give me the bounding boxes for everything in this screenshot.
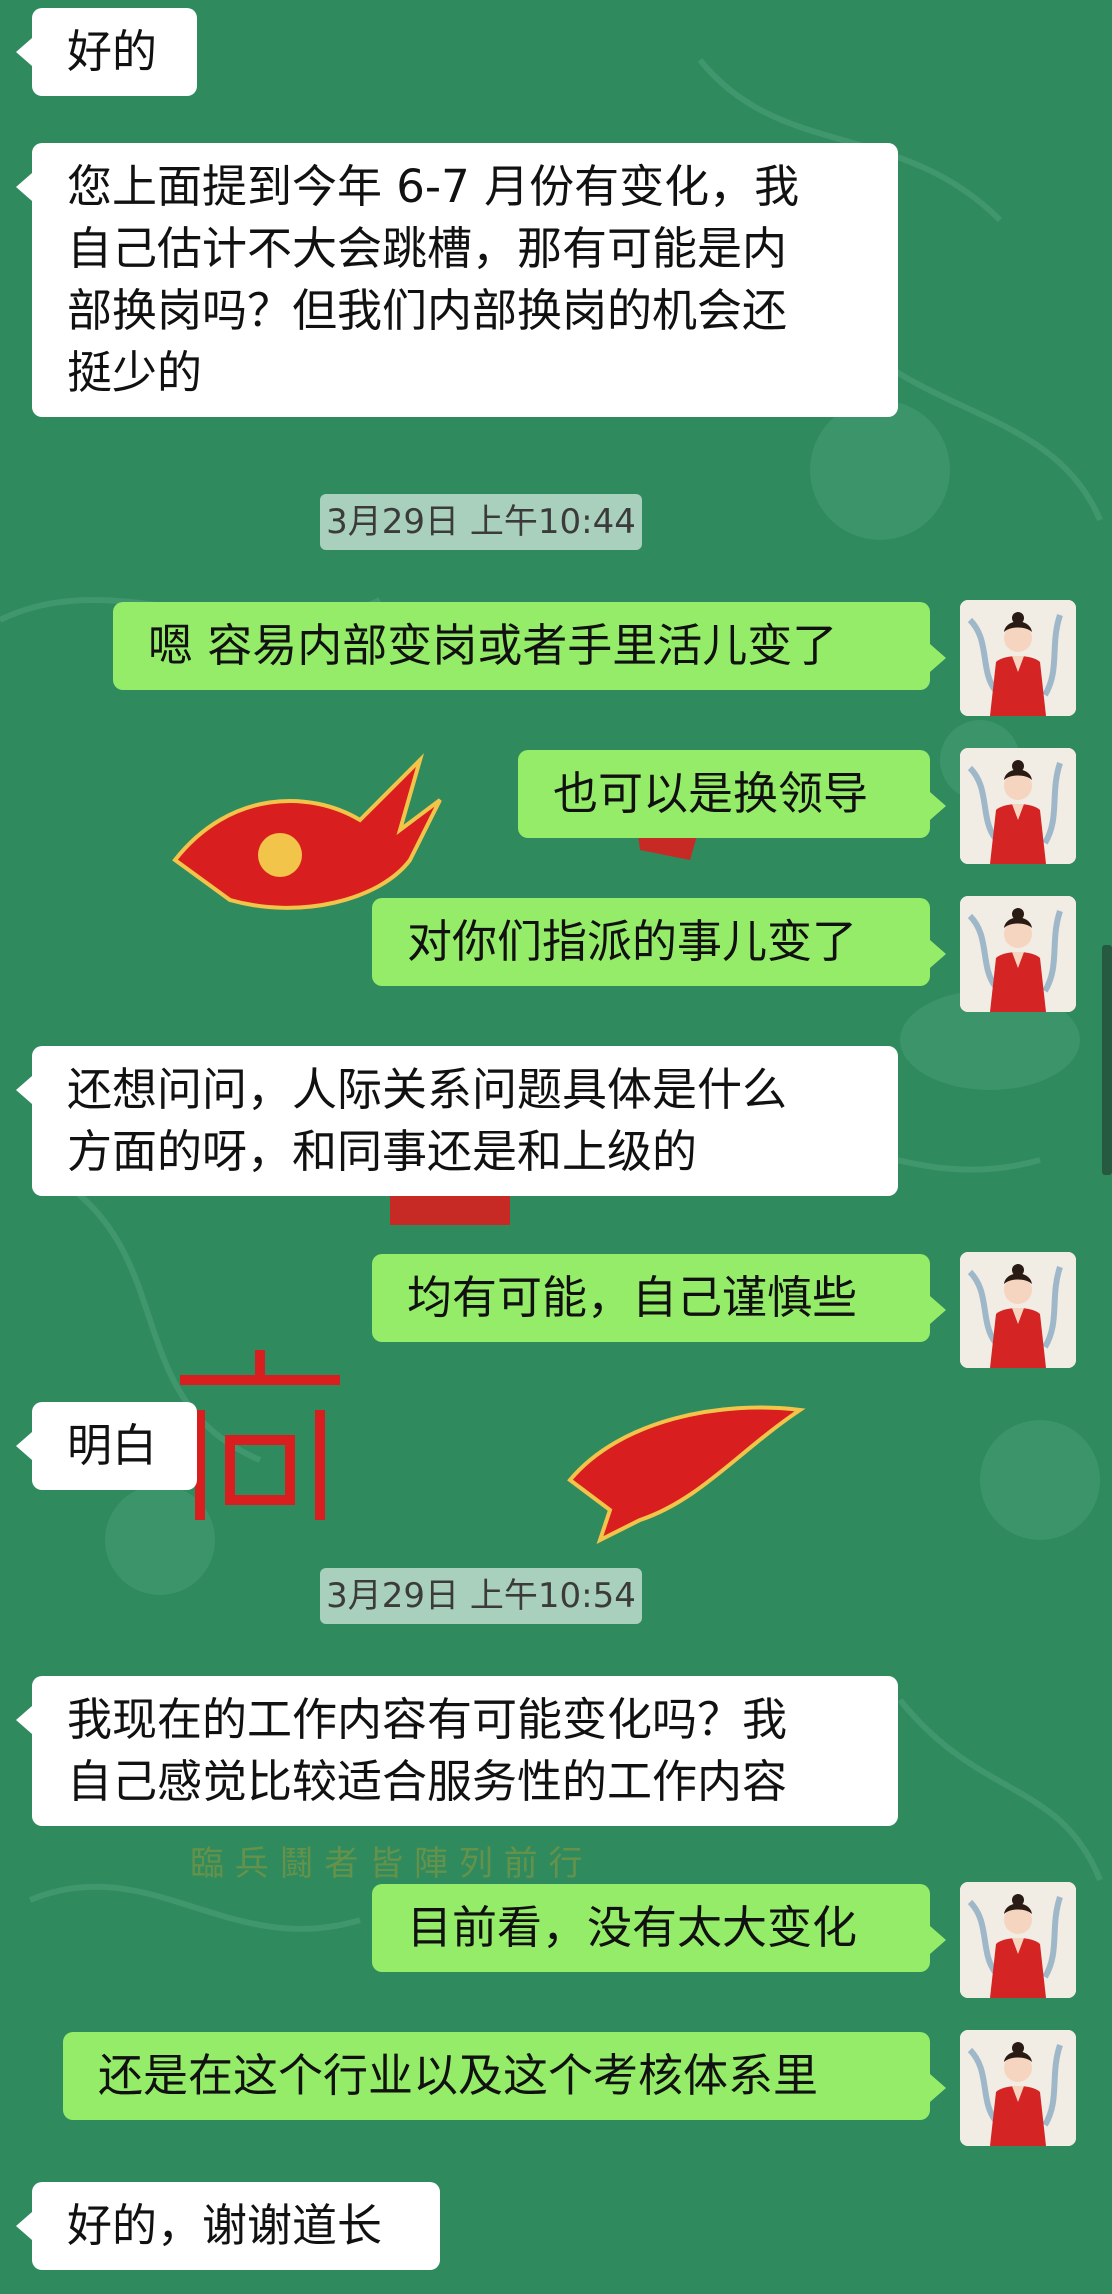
incoming-message[interactable]: 我现在的工作内容有可能变化吗？我 自己感觉比较适合服务性的工作内容 [16, 1676, 898, 1826]
outgoing-message[interactable]: 目前看，没有太大变化 [372, 1884, 946, 1972]
incoming-message[interactable]: 好的 [16, 8, 197, 96]
message-text: 目前看，没有太大变化 [407, 1901, 858, 1954]
avatar-woman-red-robe-icon [960, 1882, 1076, 1998]
red-bird-ornament [172, 753, 442, 910]
avatar[interactable] [960, 748, 1076, 864]
message-text: 还是在这个行业以及这个考核体系里 [98, 2049, 819, 2102]
avatar-woman-red-robe-icon [960, 600, 1076, 716]
avatar[interactable] [960, 1882, 1076, 1998]
message-text: 均有可能，自己谨慎些 [407, 1271, 858, 1324]
avatar[interactable] [960, 2030, 1076, 2146]
message-text: 明白 [67, 1419, 158, 1472]
scrollbar[interactable] [1102, 945, 1112, 1175]
outgoing-message[interactable]: 也可以是换领导 [518, 750, 946, 838]
message-text: 还想问问，人际关系问题具体是什么 方面的呀，和同事还是和上级的 [67, 1063, 788, 1178]
outgoing-message[interactable]: 均有可能，自己谨慎些 [372, 1254, 946, 1342]
incoming-message[interactable]: 明白 [16, 1402, 197, 1490]
incoming-message[interactable]: 您上面提到今年 6-7 月份有变化，我 自己估计不大会跳槽，那有可能是内 部换岗… [16, 143, 898, 417]
red-seal-ornament [180, 1350, 340, 1520]
avatar[interactable] [960, 600, 1076, 716]
message-text: 对你们指派的事儿变了 [407, 915, 858, 968]
incoming-message[interactable]: 还想问问，人际关系问题具体是什么 方面的呀，和同事还是和上级的 [16, 1046, 898, 1196]
avatar-woman-red-robe-icon [960, 2030, 1076, 2146]
timestamp: 3月29日 上午10:54 [320, 1568, 642, 1624]
timestamp: 3月29日 上午10:44 [320, 494, 642, 550]
outgoing-message[interactable]: 嗯 容易内部变岗或者手里活儿变了 [113, 602, 946, 690]
message-text: 您上面提到今年 6-7 月份有变化，我 自己估计不大会跳槽，那有可能是内 部换岗… [67, 160, 800, 399]
outgoing-message[interactable]: 对你们指派的事儿变了 [372, 898, 946, 986]
avatar[interactable] [960, 896, 1076, 1012]
incoming-message[interactable]: 好的，谢谢道长 [16, 2182, 440, 2270]
red-fish-ornament [567, 1405, 806, 1544]
outgoing-message[interactable]: 还是在这个行业以及这个考核体系里 [63, 2032, 946, 2120]
message-text: 嗯 容易内部变岗或者手里活儿变了 [148, 619, 838, 672]
message-text: 也可以是换领导 [553, 767, 869, 820]
message-text: 好的，谢谢道长 [67, 2199, 383, 2252]
avatar-woman-red-robe-icon [960, 896, 1076, 1012]
avatar[interactable] [960, 1252, 1076, 1368]
message-text: 我现在的工作内容有可能变化吗？我 自己感觉比较适合服务性的工作内容 [67, 1693, 788, 1808]
avatar-woman-red-robe-icon [960, 1252, 1076, 1368]
avatar-woman-red-robe-icon [960, 748, 1076, 864]
message-text: 好的 [67, 25, 158, 78]
svg-text:臨 兵 鬪 者 皆 陣 列 前 行: 臨 兵 鬪 者 皆 陣 列 前 行 [190, 1844, 582, 1884]
